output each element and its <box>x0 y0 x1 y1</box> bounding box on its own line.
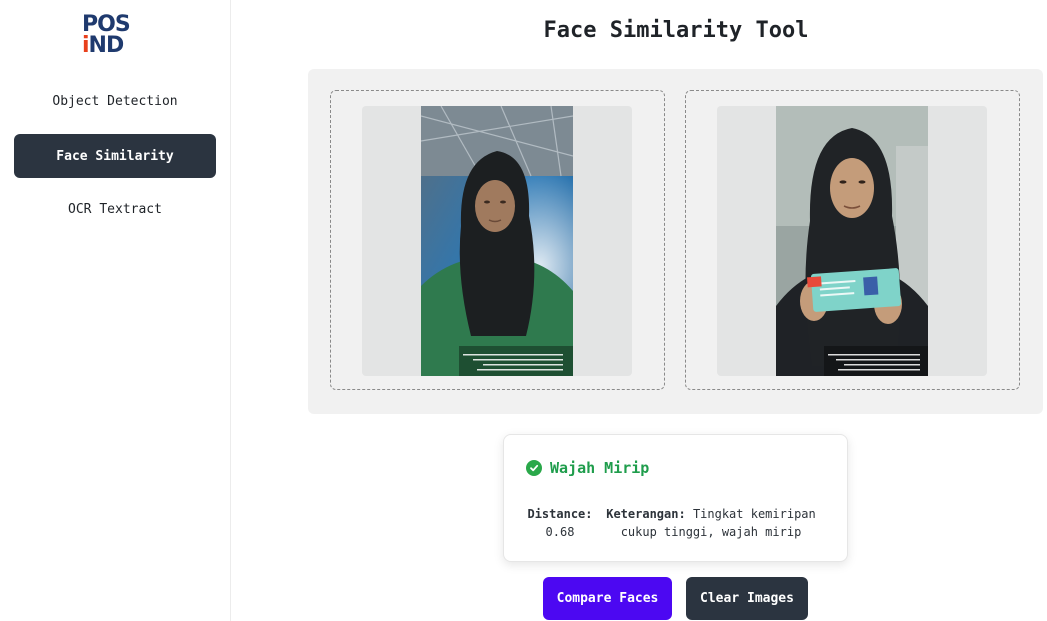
face-image-1 <box>421 106 573 376</box>
image-compare-panel <box>308 69 1043 414</box>
image-preview-frame <box>362 106 632 376</box>
sidebar-item-ocr-textract[interactable]: OCR Textract <box>14 187 216 231</box>
app-root: POS iND Object Detection Face Similarity… <box>0 0 1047 621</box>
sidebar-item-face-similarity[interactable]: Face Similarity <box>14 134 216 178</box>
clear-images-button[interactable]: Clear Images <box>686 577 808 620</box>
sidebar-item-object-detection[interactable]: Object Detection <box>14 79 216 123</box>
result-details: Distance: 0.68 Keterangan: Tingkat kemir… <box>524 505 834 541</box>
distance-block: Distance: 0.68 <box>524 505 596 541</box>
logo-nd: ND <box>88 33 125 58</box>
sidebar-item-label: Object Detection <box>52 93 178 109</box>
sidebar: POS iND Object Detection Face Similarity… <box>0 0 231 621</box>
note-text-line2: cukup tinggi, wajah mirip <box>620 525 802 539</box>
sidebar-item-label: OCR Textract <box>68 201 162 217</box>
image-preview-frame <box>717 106 987 376</box>
result-card: Wajah Mirip Distance: 0.68 Keterangan: T… <box>503 434 848 562</box>
note-block: Keterangan: Tingkat kemiripan cukup ting… <box>596 505 826 541</box>
image-dropzone-1[interactable] <box>330 90 665 390</box>
result-title: Wajah Mirip <box>550 459 650 477</box>
logo-line-1: POS <box>82 12 131 37</box>
page-title: Face Similarity Tool <box>543 18 809 43</box>
check-circle-icon <box>526 460 542 476</box>
distance-value: 0.68 <box>545 525 575 539</box>
face-image-2 <box>776 106 928 376</box>
distance-label: Distance: <box>527 507 593 521</box>
note-label: Keterangan: <box>606 507 686 521</box>
result-header: Wajah Mirip <box>526 459 649 477</box>
sidebar-item-label: Face Similarity <box>56 148 174 164</box>
image-dropzone-2[interactable] <box>685 90 1020 390</box>
logo-line-2: iND <box>82 33 152 58</box>
note-text-line1: Tingkat kemiripan <box>692 507 816 521</box>
compare-faces-button[interactable]: Compare Faces <box>543 577 672 620</box>
posind-logo: POS iND <box>82 14 152 62</box>
